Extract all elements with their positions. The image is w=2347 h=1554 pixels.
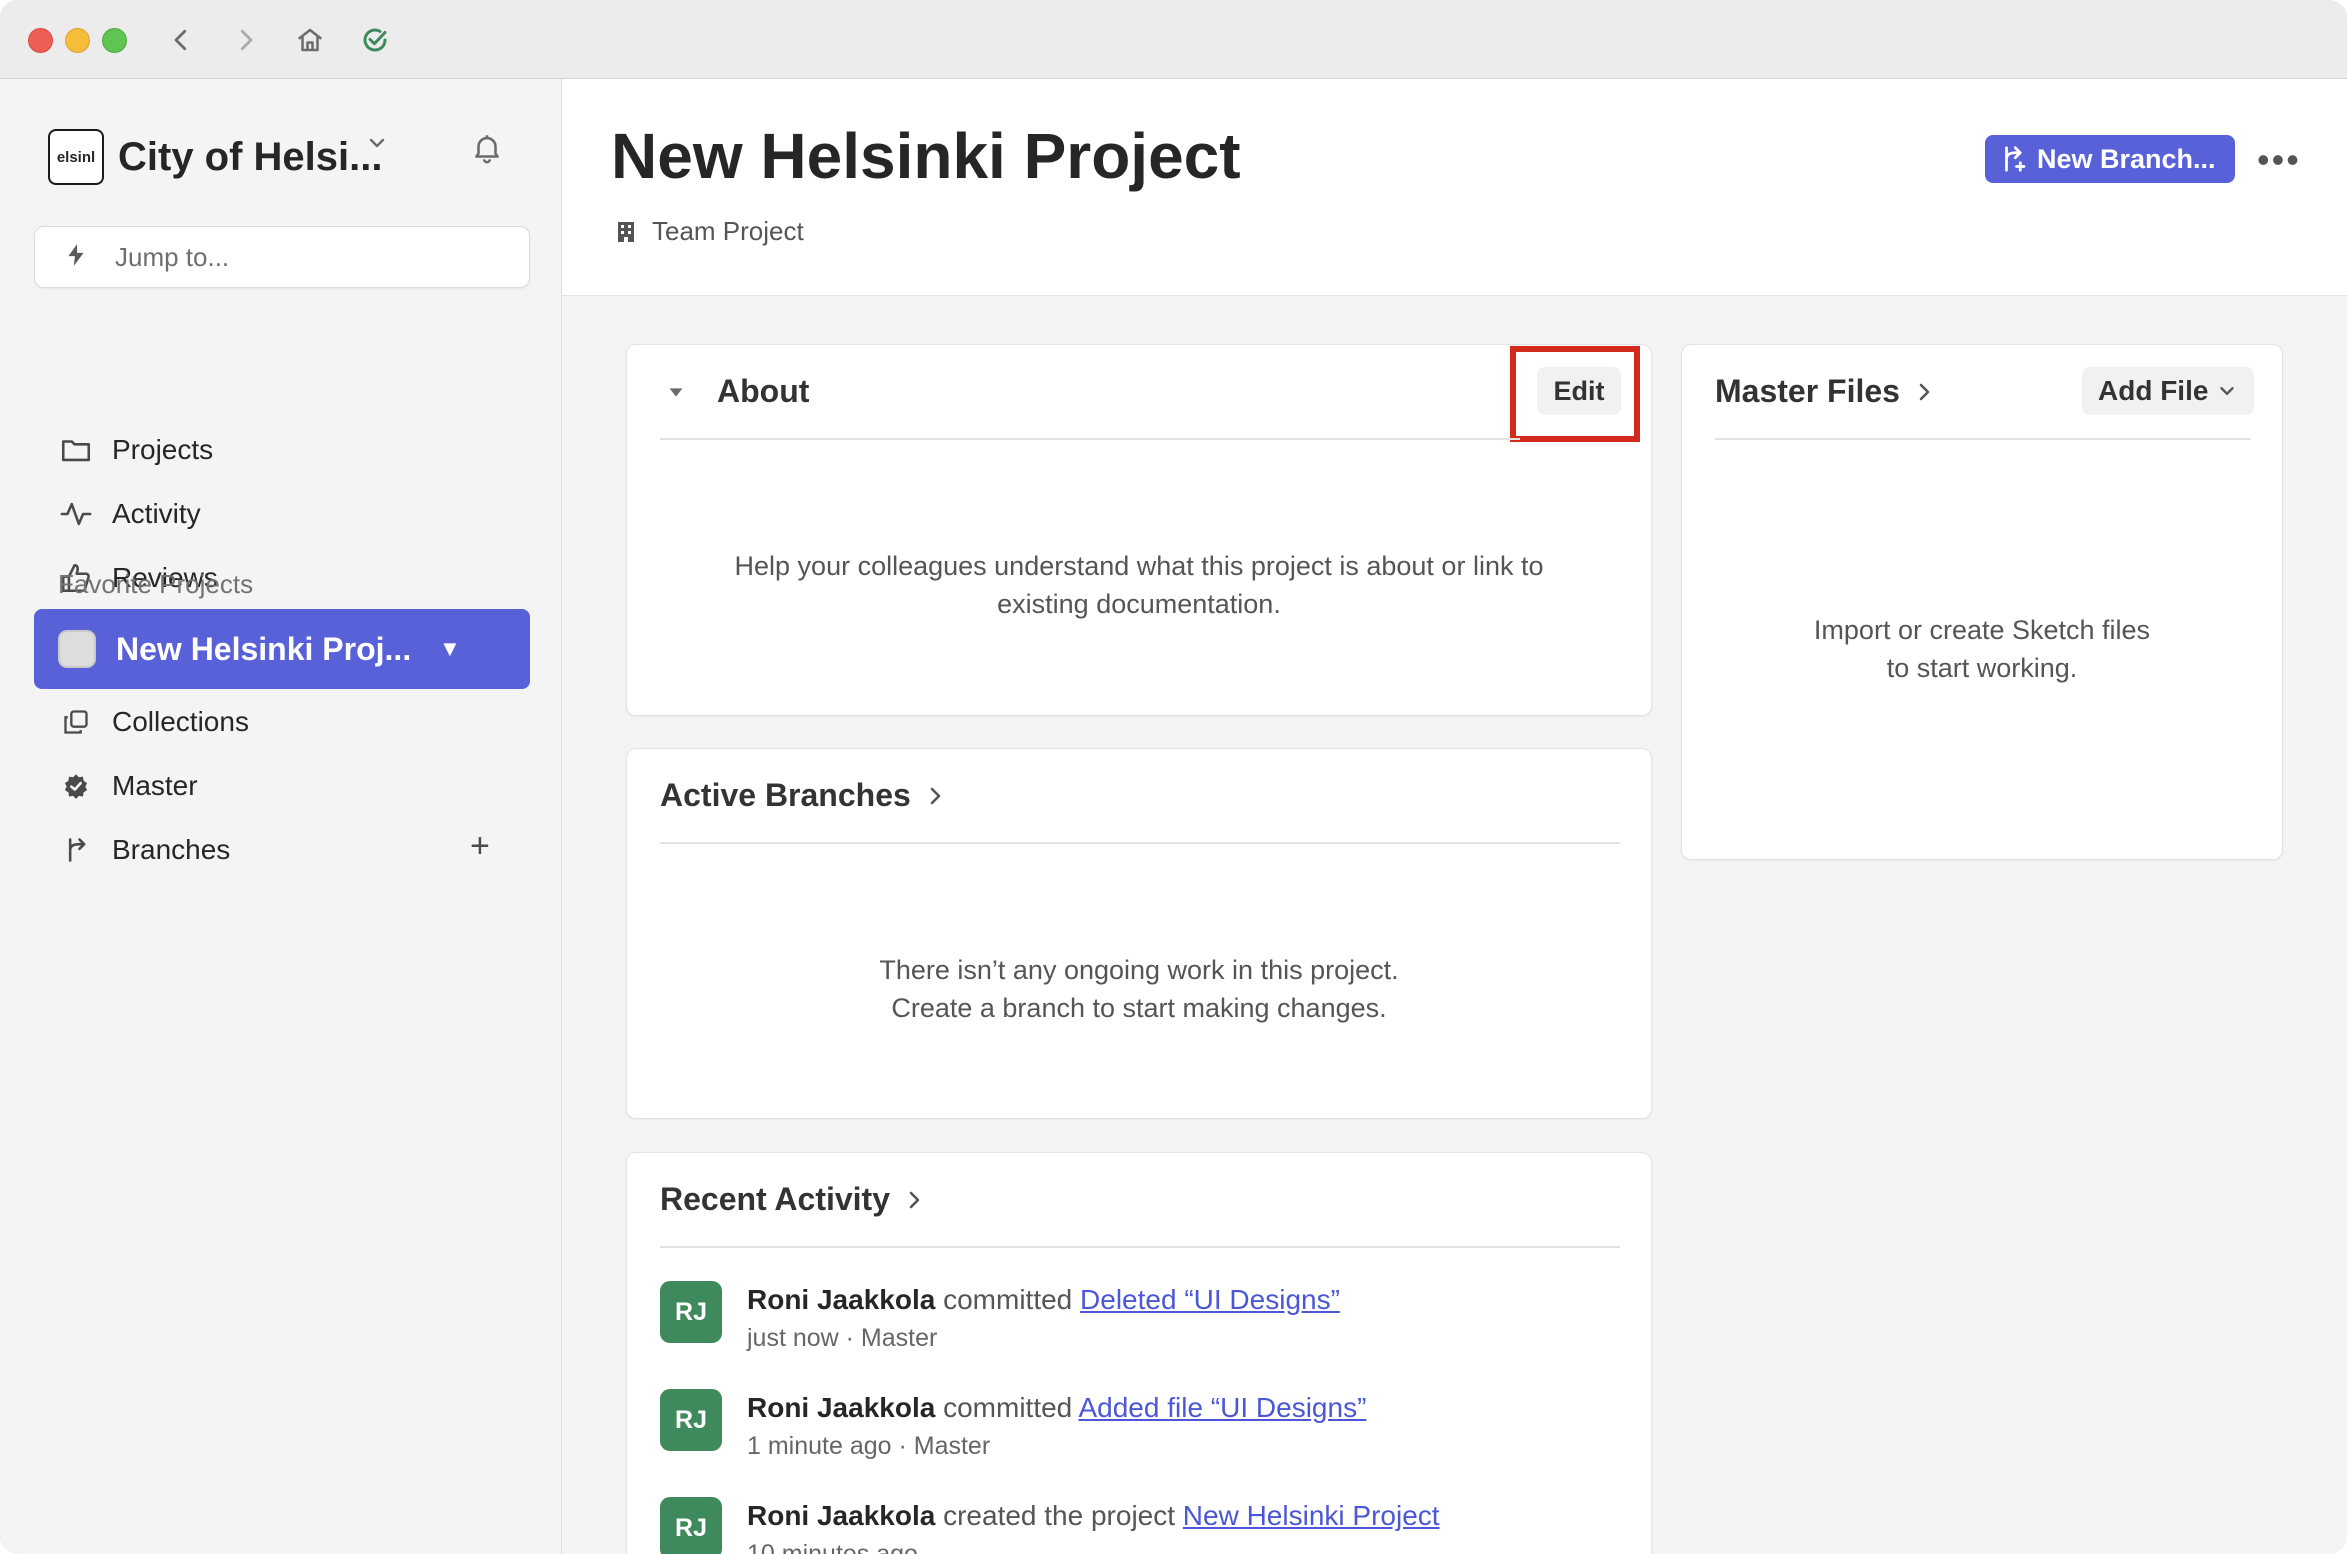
sidebar-item-label: Projects — [112, 434, 214, 465]
main-content: About Edit Help your colleagues understa… — [562, 296, 2347, 1554]
activity-user[interactable]: Roni Jaakkola — [747, 1500, 935, 1531]
sidebar-item-branches[interactable]: Branches — [34, 822, 528, 878]
minimize-window-button[interactable] — [65, 28, 90, 53]
sidebar-item-active-project[interactable]: New Helsinki Proj... ▼ — [34, 609, 530, 689]
avatar[interactable]: RJ — [660, 1497, 722, 1554]
master-badge-icon — [56, 772, 96, 800]
sidebar-item-label: Collections — [112, 706, 249, 737]
project-color-dot — [58, 630, 96, 668]
avatar[interactable]: RJ — [660, 1389, 722, 1451]
activity-verb: created the project — [943, 1500, 1176, 1531]
recent-activity-title: Recent Activity — [660, 1181, 890, 1217]
sidebar-item-collections[interactable]: Collections — [34, 694, 528, 750]
sidebar: elsinl City of Helsi... Jump to... Proje… — [0, 79, 562, 1554]
chevron-right-icon — [909, 1191, 920, 1208]
divider — [660, 842, 1620, 844]
activity-link[interactable]: New Helsinki Project — [1183, 1500, 1440, 1531]
more-options-icon[interactable]: ••• — [2257, 139, 2301, 181]
active-branches-title: Active Branches — [660, 777, 911, 813]
active-project-label: New Helsinki Proj... — [116, 630, 412, 667]
home-icon[interactable] — [292, 22, 328, 58]
bell-icon[interactable] — [470, 131, 504, 170]
activity-item: RJ Roni Jaakkola committed Deleted “UI D… — [660, 1281, 1340, 1357]
activity-icon — [56, 497, 96, 531]
forward-icon[interactable] — [228, 22, 264, 58]
activity-link[interactable]: Deleted “UI Designs” — [1080, 1284, 1340, 1315]
branch-icon — [56, 836, 96, 864]
building-icon — [614, 219, 638, 245]
sidebar-item-label: Master — [112, 770, 198, 801]
about-empty-text: Help your colleagues understand what thi… — [734, 551, 1544, 619]
activity-item: RJ Roni Jaakkola committed Added file “U… — [660, 1389, 1366, 1465]
recent-activity-card: Recent Activity RJ Roni Jaakkola committ… — [626, 1152, 1652, 1554]
active-branches-card: Active Branches There isn’t any ongoing … — [626, 748, 1652, 1119]
master-files-title: Master Files — [1715, 373, 1900, 409]
chevron-down-icon — [2220, 387, 2235, 395]
caret-down-icon[interactable]: ▼ — [439, 636, 461, 662]
divider — [660, 1246, 1620, 1248]
activity-verb: committed — [943, 1284, 1073, 1315]
org-logo: elsinl — [48, 129, 104, 185]
new-branch-label: New Branch... — [2037, 143, 2216, 174]
chevron-down-icon[interactable] — [365, 131, 389, 160]
sidebar-item-label: Activity — [112, 498, 201, 529]
master-files-card: Master Files Add File Import or create S… — [1681, 344, 2283, 860]
active-branches-header[interactable]: Active Branches — [660, 777, 947, 814]
jump-placeholder: Jump to... — [115, 241, 230, 272]
activity-verb: committed — [943, 1392, 1073, 1423]
activity-user[interactable]: Roni Jaakkola — [747, 1284, 935, 1315]
divider — [660, 438, 1520, 440]
new-branch-icon — [1999, 144, 2029, 174]
activity-meta: 10 minutes ago — [747, 1540, 918, 1554]
avatar[interactable]: RJ — [660, 1281, 722, 1343]
sidebar-item-activity[interactable]: Activity — [34, 486, 528, 542]
activity-item: RJ Roni Jaakkola created the project New… — [660, 1497, 1440, 1554]
recent-activity-header[interactable]: Recent Activity — [660, 1181, 926, 1218]
add-file-label: Add File — [2098, 375, 2209, 406]
collapse-triangle-icon — [669, 387, 683, 397]
activity-meta: just now · Master — [747, 1324, 938, 1352]
chevron-right-icon — [1919, 383, 1930, 400]
bolt-icon — [63, 240, 93, 275]
about-header[interactable]: About — [665, 373, 809, 410]
app-window: elsinl City of Helsi... Jump to... Proje… — [0, 0, 2347, 1554]
zoom-window-button[interactable] — [102, 28, 127, 53]
branches-empty-text: There isn’t any ongoing work in this pro… — [879, 955, 1399, 1023]
checkmark-circle-icon[interactable] — [357, 22, 393, 58]
add-file-button[interactable]: Add File — [2082, 367, 2255, 415]
activity-link[interactable]: Added file “UI Designs” — [1078, 1392, 1366, 1423]
project-type-label: Team Project — [652, 216, 804, 246]
back-icon[interactable] — [163, 22, 199, 58]
sidebar-item-label: Branches — [112, 834, 231, 865]
close-window-button[interactable] — [28, 28, 53, 53]
folder-icon — [56, 433, 96, 467]
new-branch-button[interactable]: New Branch... — [1985, 135, 2235, 183]
activity-meta: 1 minute ago · Master — [747, 1432, 991, 1460]
chevron-right-icon — [930, 787, 941, 804]
divider — [1715, 438, 2251, 440]
sidebar-item-master[interactable]: Master — [34, 758, 528, 814]
project-type: Team Project — [614, 216, 804, 247]
add-branch-button[interactable]: + — [470, 827, 490, 866]
collections-icon — [56, 708, 96, 736]
project-header: New Helsinki Project Team Project New Br… — [562, 79, 2347, 296]
about-title: About — [717, 373, 810, 409]
favorites-heading: Favorite Projects — [58, 569, 254, 599]
activity-user[interactable]: Roni Jaakkola — [747, 1392, 935, 1423]
master-files-empty-text: Import or create Sketch files to start w… — [1813, 615, 2151, 683]
title-bar — [0, 0, 2347, 79]
jump-to-search[interactable]: Jump to... — [34, 226, 530, 288]
sidebar-item-projects[interactable]: Projects — [34, 422, 528, 478]
master-files-header[interactable]: Master Files — [1715, 373, 1936, 410]
edit-highlight-box — [1510, 346, 1640, 442]
org-switcher[interactable]: elsinl City of Helsi... — [48, 127, 408, 187]
page-title: New Helsinki Project — [611, 120, 1241, 192]
about-card: About Edit Help your colleagues understa… — [626, 344, 1652, 716]
